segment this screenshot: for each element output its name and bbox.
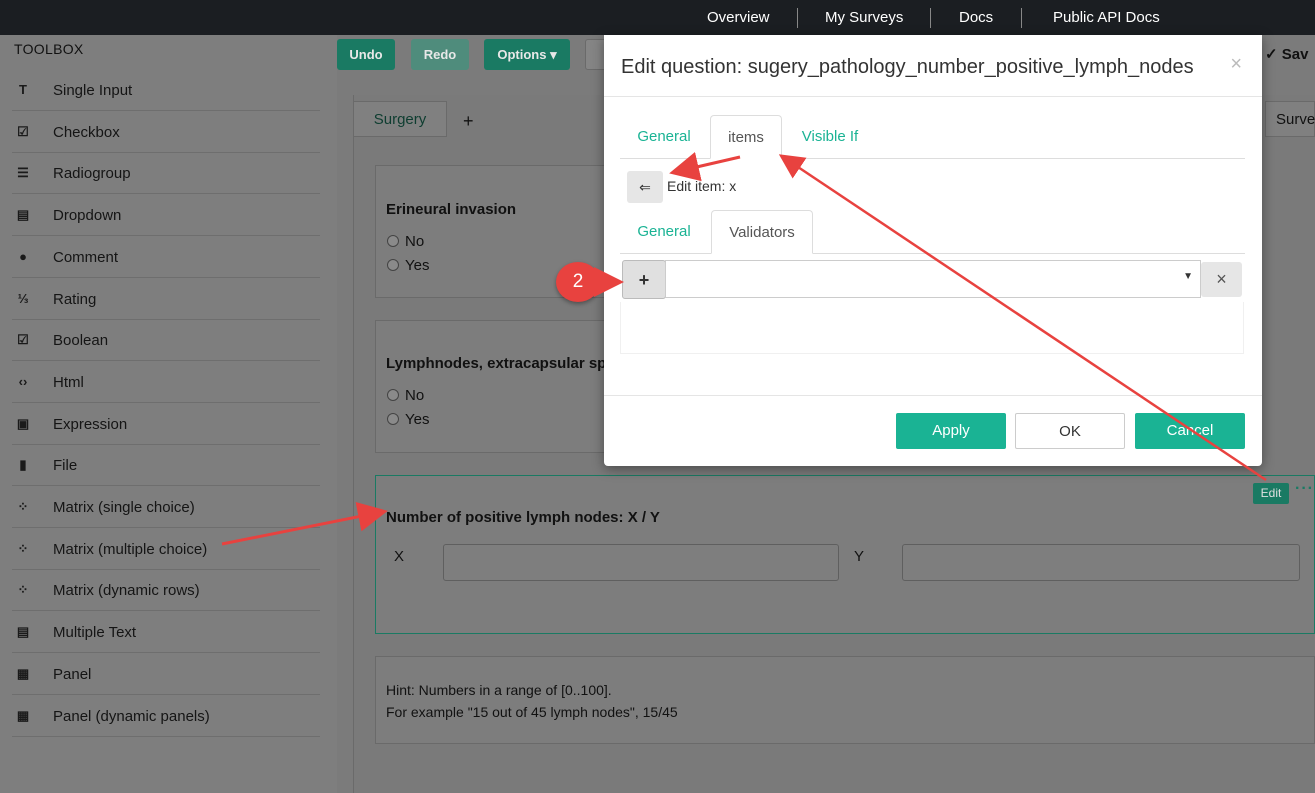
arrow-to-items-tab xyxy=(778,154,1267,482)
arrow-to-question xyxy=(221,501,388,546)
arrow-to-back xyxy=(669,151,741,182)
annotation-arrows xyxy=(221,151,1267,546)
